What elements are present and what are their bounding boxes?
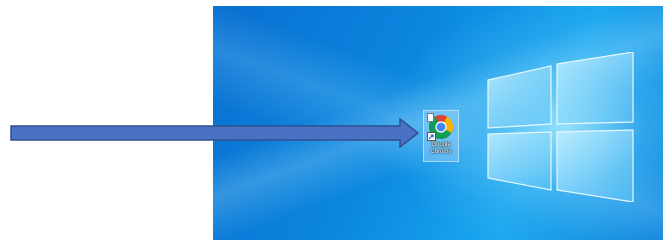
file-icon: [427, 113, 434, 122]
chrome-icon: [427, 113, 455, 141]
shortcut-arrow-icon: [427, 132, 436, 141]
desktop-icon-label: Google Chrome: [430, 142, 452, 155]
annotation-arrow: [10, 118, 420, 148]
windows-logo-wallpaper: [487, 52, 634, 202]
desktop-icon-google-chrome[interactable]: Google Chrome: [423, 110, 459, 162]
